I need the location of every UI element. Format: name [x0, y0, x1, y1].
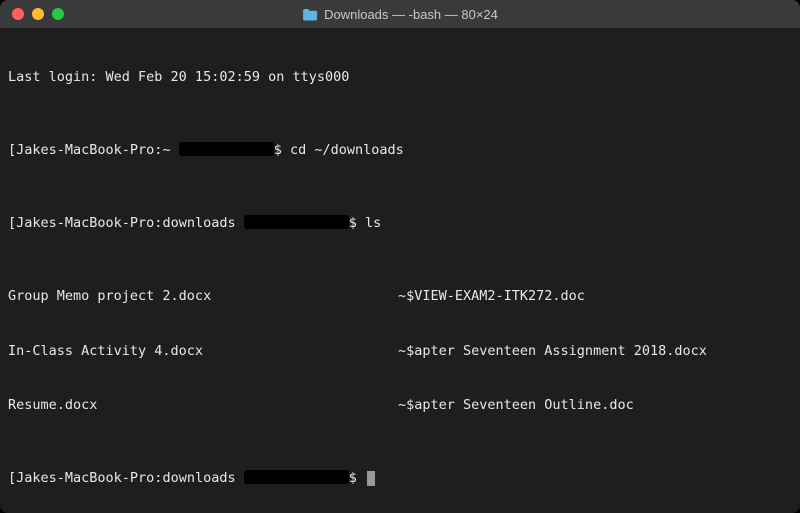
terminal-body[interactable]: Last login: Wed Feb 20 15:02:59 on ttys0… [0, 28, 800, 513]
minimize-icon[interactable] [32, 8, 44, 20]
ls-file-right-1: ~$VIEW-EXAM2-ITK272.doc [398, 287, 792, 305]
redacted-user-2 [244, 215, 349, 229]
terminal-window: Downloads — -bash — 80×24 Last login: We… [0, 0, 800, 513]
window-title: Downloads — -bash — 80×24 [324, 7, 498, 22]
prompt-host-3: Jakes-MacBook-Pro:downloads [16, 470, 244, 486]
last-login-line: Last login: Wed Feb 20 15:02:59 on ttys0… [8, 68, 792, 86]
prompt-line-1: [Jakes-MacBook-Pro:~ $ cd ~/downloads [8, 141, 792, 159]
window-title-group: Downloads — -bash — 80×24 [302, 7, 498, 22]
bracket-open: [ [8, 470, 16, 486]
prompt-host-2: Jakes-MacBook-Pro:downloads [16, 215, 244, 231]
zoom-icon[interactable] [52, 8, 64, 20]
traffic-lights [0, 8, 64, 20]
bracket-open: [ [8, 142, 16, 158]
redacted-user-3 [244, 470, 349, 484]
redacted-user-1 [179, 142, 274, 156]
cursor-icon [367, 471, 375, 486]
ls-output-row-3: Resume.docx ~$apter Seventeen Outline.do… [8, 396, 792, 414]
prompt-cmd-2: $ ls [349, 215, 382, 231]
prompt-line-3: [Jakes-MacBook-Pro:downloads $ [8, 469, 792, 487]
prompt-host-1: Jakes-MacBook-Pro:~ [16, 142, 179, 158]
ls-output-row-2: In-Class Activity 4.docx ~$apter Sevente… [8, 342, 792, 360]
ls-file-right-3: ~$apter Seventeen Outline.doc [398, 396, 792, 414]
ls-file-right-2: ~$apter Seventeen Assignment 2018.docx [398, 342, 792, 360]
prompt-line-2: [Jakes-MacBook-Pro:downloads $ ls [8, 214, 792, 232]
ls-file-left-3: Resume.docx [8, 396, 398, 414]
prompt-cmd-3: $ [349, 470, 365, 486]
titlebar: Downloads — -bash — 80×24 [0, 0, 800, 28]
bracket-open: [ [8, 215, 16, 231]
prompt-cmd-1: $ cd ~/downloads [274, 142, 404, 158]
ls-file-left-2: In-Class Activity 4.docx [8, 342, 398, 360]
close-icon[interactable] [12, 8, 24, 20]
ls-file-left-1: Group Memo project 2.docx [8, 287, 398, 305]
ls-output-row-1: Group Memo project 2.docx ~$VIEW-EXAM2-I… [8, 287, 792, 305]
folder-icon [302, 8, 318, 21]
